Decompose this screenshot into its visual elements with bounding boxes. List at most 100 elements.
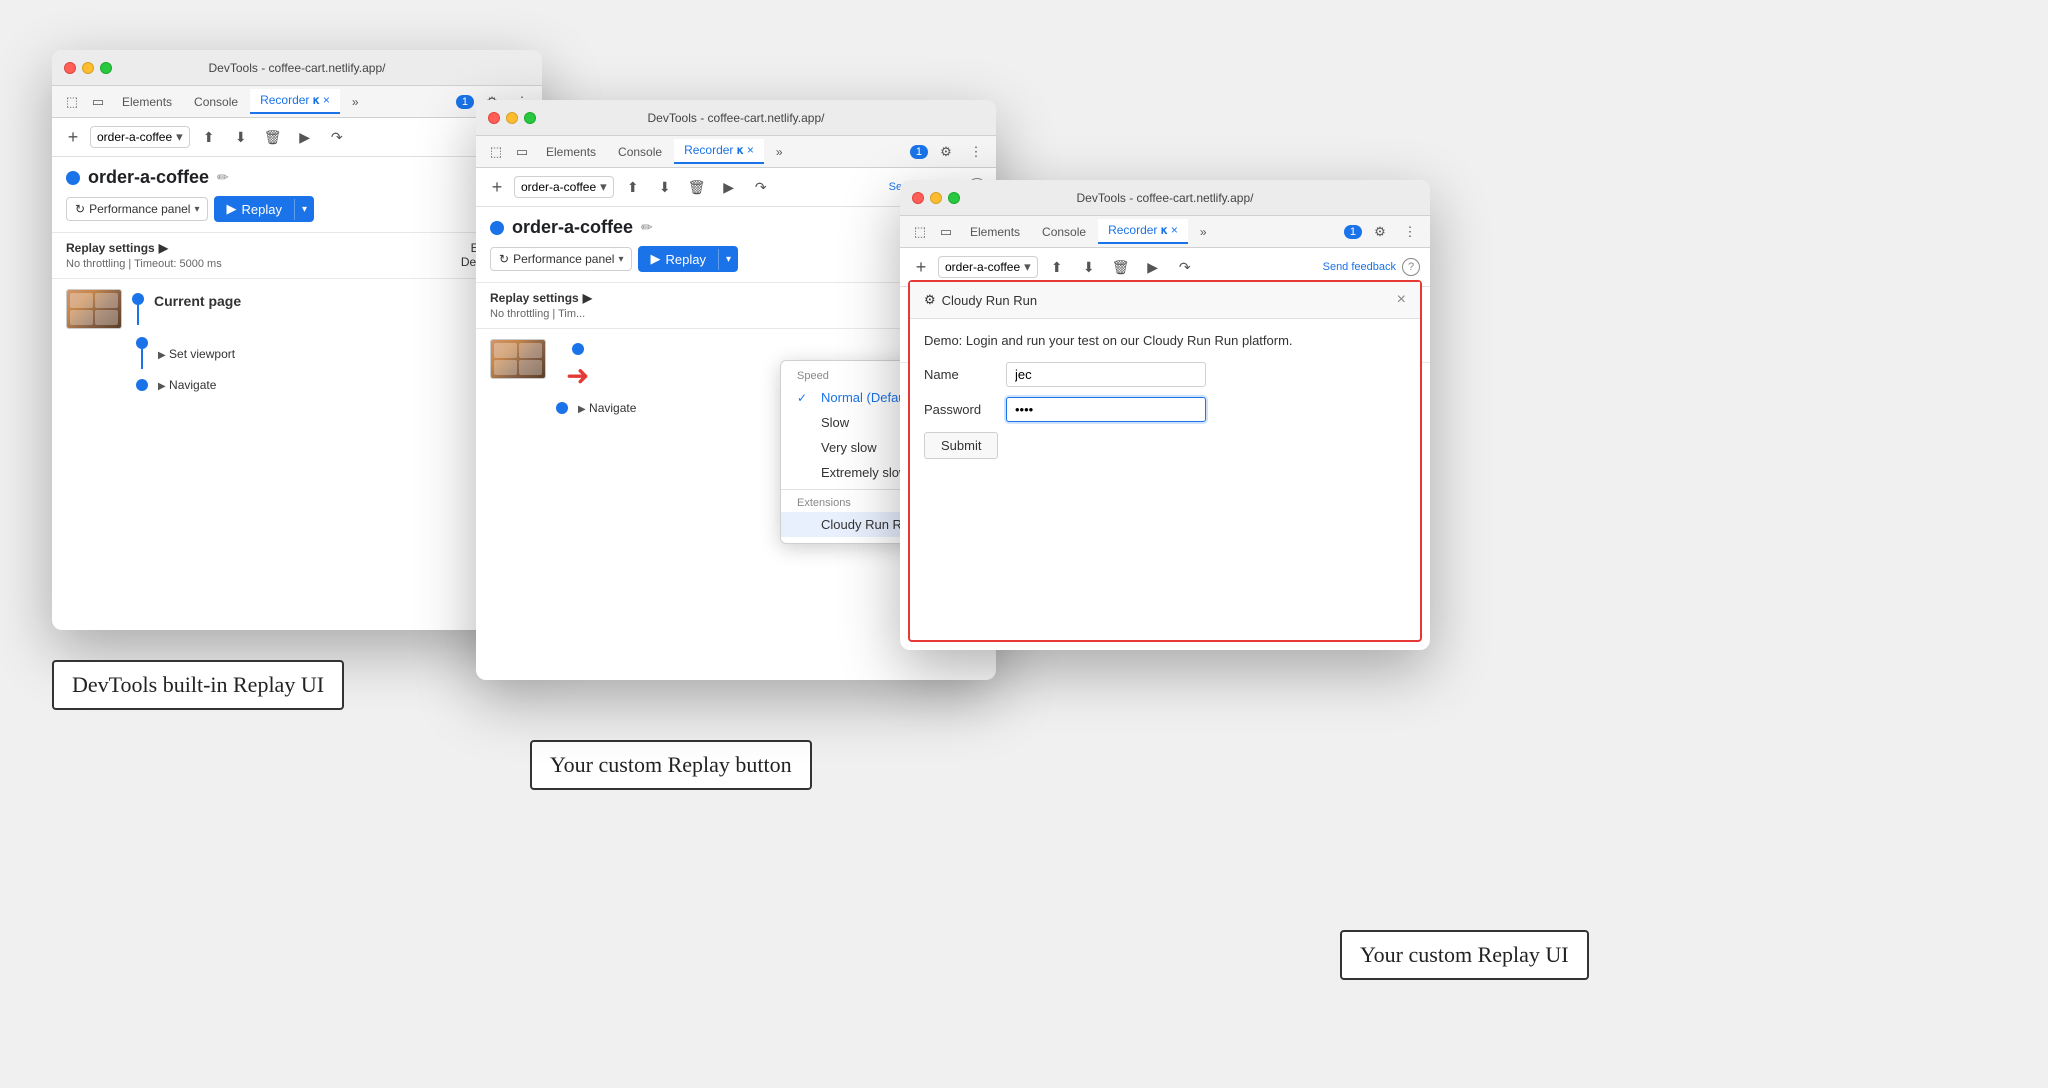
perf-label-2: Performance panel	[513, 252, 614, 266]
label-builtin-replay: DevTools built-in Replay UI	[52, 660, 344, 710]
maximize-button-1[interactable]	[100, 62, 112, 74]
tab-bar-2: ⬚ ▭ Elements Console Recorder 𝛋 × » 1 ⚙ …	[476, 136, 996, 168]
settings-icon-3[interactable]: ⚙	[1368, 220, 1392, 244]
tab-more-3[interactable]: »	[1190, 221, 1217, 243]
refresh-icon-1: ↻	[75, 202, 85, 216]
device-icon[interactable]: ▭	[86, 90, 110, 114]
perf-panel-btn-1[interactable]: ↻ Performance panel ▾	[66, 197, 208, 221]
more-icon-2[interactable]: ⋮	[964, 140, 988, 164]
device-icon-3[interactable]: ▭	[934, 220, 958, 244]
help-icon-3[interactable]: ?	[1402, 258, 1420, 276]
recording-select-3[interactable]: order-a-coffee ▾	[938, 256, 1038, 278]
recording-name-2: order-a-coffee	[521, 180, 596, 194]
perf-chevron-icon-2: ▾	[618, 254, 623, 265]
step-set-viewport-1: ▶ Set viewport	[136, 337, 528, 369]
minimize-button-1[interactable]	[82, 62, 94, 74]
password-label: Password	[924, 402, 994, 417]
replay-btn-2[interactable]: ▶ Replay ▾	[638, 246, 738, 272]
delete-icon-1[interactable]: 🗑	[260, 124, 286, 150]
chevron-down-icon-3: ▾	[1024, 259, 1031, 275]
tab-elements-3[interactable]: Elements	[960, 221, 1030, 243]
cursor-icon[interactable]: ⬚	[60, 90, 84, 114]
tab-more-2[interactable]: »	[766, 141, 793, 163]
replay-dropdown-btn-1[interactable]: ▾	[294, 199, 314, 220]
name-input[interactable]	[1006, 362, 1206, 387]
tab-elements-1[interactable]: Elements	[112, 91, 182, 113]
add-recording-btn-3[interactable]: +	[910, 256, 932, 278]
tab-elements-2[interactable]: Elements	[536, 141, 606, 163]
redo-icon-3[interactable]: ↷	[1172, 254, 1198, 280]
step-dot-4	[572, 343, 584, 355]
more-icon-3[interactable]: ⋮	[1398, 220, 1422, 244]
minimize-button-2[interactable]	[506, 112, 518, 124]
close-button-3[interactable]	[912, 192, 924, 204]
dialog-close-btn[interactable]: ×	[1397, 292, 1406, 308]
export-icon-1[interactable]: ⬆	[196, 124, 222, 150]
add-recording-btn-2[interactable]: +	[486, 176, 508, 198]
settings-icon-2[interactable]: ⚙	[934, 140, 958, 164]
tab-more-1[interactable]: »	[342, 91, 369, 113]
title-bar-2: DevTools - coffee-cart.netlify.app/	[476, 100, 996, 136]
traffic-lights-3	[912, 192, 960, 204]
tab-console-1[interactable]: Console	[184, 91, 248, 113]
export-icon-3[interactable]: ⬆	[1044, 254, 1070, 280]
play-icon-3[interactable]: ▶	[1140, 254, 1166, 280]
settings-detail-2: No throttling | Tim...	[490, 308, 592, 320]
settings-title-2: Replay settings ▶	[490, 291, 592, 305]
import-icon-3[interactable]: ⬇	[1076, 254, 1102, 280]
tab-recorder-2[interactable]: Recorder 𝛋 ×	[674, 139, 764, 164]
maximize-button-3[interactable]	[948, 192, 960, 204]
close-button-2[interactable]	[488, 112, 500, 124]
chevron-down-icon-2: ▾	[600, 179, 607, 195]
redo-icon-1[interactable]: ↷	[324, 124, 350, 150]
delete-icon-3[interactable]: 🗑	[1108, 254, 1134, 280]
tab-bar-3: ⬚ ▭ Elements Console Recorder 𝛋 × » 1 ⚙ …	[900, 216, 1430, 248]
cursor-icon-3[interactable]: ⬚	[908, 220, 932, 244]
redo-icon-2[interactable]: ↷	[748, 174, 774, 200]
edit-icon-2[interactable]: ✏	[641, 219, 653, 236]
form-row-name: Name	[924, 362, 1406, 387]
recording-header-1: order-a-coffee ✏ ↻ Performance panel ▾ ▶…	[52, 157, 542, 233]
step-current-page-1: Current page	[66, 289, 528, 329]
replay-btn-main-2[interactable]: ▶ Replay	[638, 246, 717, 272]
tab-console-3[interactable]: Console	[1032, 221, 1096, 243]
send-feedback-3[interactable]: Send feedback	[1323, 261, 1396, 273]
password-input[interactable]	[1006, 397, 1206, 422]
dialog-body: Demo: Login and run your test on our Clo…	[910, 319, 1420, 473]
dialog-header: ⚙ Cloudy Run Run ×	[910, 282, 1420, 319]
tab-bar-1: ⬚ ▭ Elements Console Recorder 𝛋 × » 1 ⚙ …	[52, 86, 542, 118]
tab-console-2[interactable]: Console	[608, 141, 672, 163]
maximize-button-2[interactable]	[524, 112, 536, 124]
close-button-1[interactable]	[64, 62, 76, 74]
play-icon-1[interactable]: ▶	[292, 124, 318, 150]
tab-recorder-1[interactable]: Recorder 𝛋 ×	[250, 89, 340, 114]
traffic-lights-1	[64, 62, 112, 74]
replay-dropdown-btn-2[interactable]: ▾	[718, 249, 738, 270]
play-icon-2[interactable]: ▶	[716, 174, 742, 200]
export-icon-2[interactable]: ⬆	[620, 174, 646, 200]
device-icon-2[interactable]: ▭	[510, 140, 534, 164]
recording-select-1[interactable]: order-a-coffee ▾	[90, 126, 190, 148]
recording-select-2[interactable]: order-a-coffee ▾	[514, 176, 614, 198]
form-row-password: Password	[924, 397, 1406, 422]
delete-icon-2[interactable]: 🗑	[684, 174, 710, 200]
replay-btn-1[interactable]: ▶ Replay ▾	[214, 196, 314, 222]
import-icon-1[interactable]: ⬇	[228, 124, 254, 150]
minimize-button-3[interactable]	[930, 192, 942, 204]
page-thumbnail-1	[66, 289, 122, 329]
step-dot-1	[132, 293, 144, 305]
perf-panel-btn-2[interactable]: ↻ Performance panel ▾	[490, 247, 632, 271]
set-viewport-label-1: ▶ Set viewport	[158, 346, 235, 361]
notification-badge-2: 1	[910, 145, 928, 159]
btn-row-1: ↻ Performance panel ▾ ▶ Replay ▾	[66, 196, 528, 222]
devtools-window-1: DevTools - coffee-cart.netlify.app/ ⬚ ▭ …	[52, 50, 542, 630]
tab-recorder-3[interactable]: Recorder 𝛋 ×	[1098, 219, 1188, 244]
cursor-icon-2[interactable]: ⬚	[484, 140, 508, 164]
edit-icon-1[interactable]: ✏	[217, 169, 229, 186]
submit-btn[interactable]: Submit	[924, 432, 998, 459]
step-line-2	[141, 349, 143, 369]
add-recording-btn-1[interactable]: +	[62, 126, 84, 148]
navigate-label-1: ▶ Navigate	[158, 377, 216, 392]
import-icon-2[interactable]: ⬇	[652, 174, 678, 200]
replay-btn-main-1[interactable]: ▶ Replay	[214, 196, 293, 222]
